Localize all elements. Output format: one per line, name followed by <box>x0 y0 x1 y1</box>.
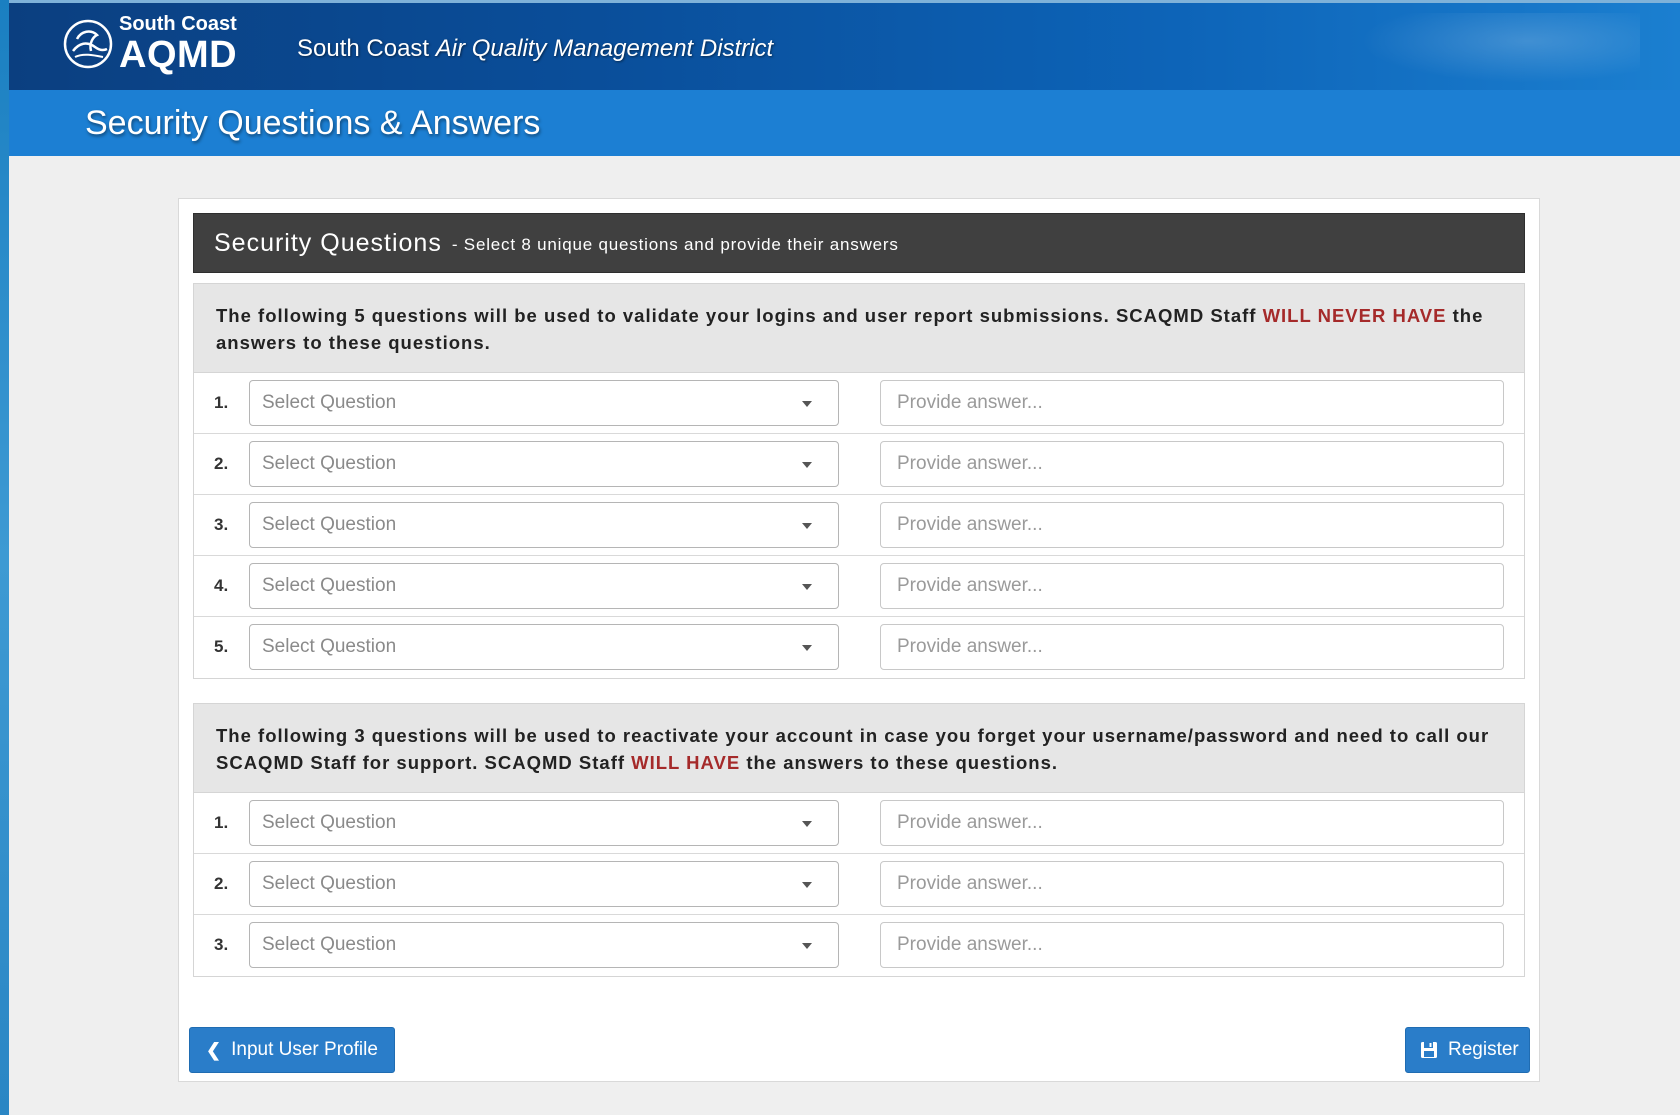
save-icon <box>1420 1041 1438 1059</box>
question-select-value: Select Question <box>262 934 397 955</box>
chevron-down-icon <box>802 401 812 407</box>
question-select-value: Select Question <box>262 873 397 894</box>
question-row: 1. Select Question <box>194 793 1524 854</box>
input-user-profile-button[interactable]: ❮ Input User Profile <box>189 1027 395 1073</box>
question-select[interactable]: Select Question <box>249 624 839 670</box>
login-questions-section: The following 5 questions will be used t… <box>193 283 1525 679</box>
chevron-down-icon <box>802 645 812 651</box>
header-cloud-decoration <box>1360 13 1640 83</box>
site-header: South Coast AQMD South Coast Air Quality… <box>9 0 1680 90</box>
login-intro-warning: WILL NEVER HAVE <box>1262 305 1447 326</box>
question-number: 2. <box>214 454 229 473</box>
answer-input[interactable] <box>880 624 1504 670</box>
register-button-label: Register <box>1448 1039 1519 1060</box>
panel-subheading: - Select 8 unique questions and provide … <box>451 235 899 254</box>
question-select[interactable]: Select Question <box>249 441 839 487</box>
question-row: 1. Select Question <box>194 373 1524 434</box>
back-button-label: Input User Profile <box>231 1039 378 1060</box>
question-select-value: Select Question <box>262 453 397 474</box>
logo-text: South Coast AQMD <box>119 14 237 74</box>
logo-small-text: South Coast <box>119 13 237 35</box>
panel-header: Security Questions - Select 8 unique que… <box>193 213 1525 273</box>
question-select[interactable]: Select Question <box>249 922 839 968</box>
question-row: 2. Select Question <box>194 854 1524 915</box>
question-row: 4. Select Question <box>194 556 1524 617</box>
question-number: 3. <box>214 515 229 534</box>
question-row: 3. Select Question <box>194 915 1524 976</box>
answer-input[interactable] <box>880 502 1504 548</box>
answer-input[interactable] <box>880 800 1504 846</box>
question-number: 1. <box>214 813 229 832</box>
question-number: 4. <box>214 576 229 595</box>
chevron-down-icon <box>802 943 812 949</box>
chevron-down-icon <box>802 821 812 827</box>
question-select-value: Select Question <box>262 514 397 535</box>
question-select[interactable]: Select Question <box>249 861 839 907</box>
question-select[interactable]: Select Question <box>249 380 839 426</box>
question-number: 1. <box>214 393 229 412</box>
recovery-questions-section: The following 3 questions will be used t… <box>193 703 1525 977</box>
question-select[interactable]: Select Question <box>249 800 839 846</box>
aqmd-logo[interactable]: South Coast AQMD <box>61 13 237 75</box>
question-number: 3. <box>214 935 229 954</box>
logo-big-text: AQMD <box>119 34 238 76</box>
answer-input[interactable] <box>880 861 1504 907</box>
question-select[interactable]: Select Question <box>249 563 839 609</box>
register-button[interactable]: Register <box>1405 1027 1530 1073</box>
question-select-value: Select Question <box>262 636 397 657</box>
chevron-down-icon <box>802 462 812 468</box>
answer-input[interactable] <box>880 563 1504 609</box>
question-row: 3. Select Question <box>194 495 1524 556</box>
title-bar: Security Questions & Answers <box>9 90 1680 156</box>
agency-name: South Coast Air Quality Management Distr… <box>297 35 773 63</box>
chevron-down-icon <box>802 584 812 590</box>
question-number: 5. <box>214 637 229 656</box>
recovery-intro-warning: WILL HAVE <box>631 752 741 773</box>
answer-input[interactable] <box>880 922 1504 968</box>
answer-input[interactable] <box>880 380 1504 426</box>
question-select[interactable]: Select Question <box>249 502 839 548</box>
security-questions-panel: Security Questions - Select 8 unique que… <box>178 198 1540 1082</box>
question-row: 2. Select Question <box>194 434 1524 495</box>
login-section-intro: The following 5 questions will be used t… <box>194 284 1524 373</box>
recovery-section-intro: The following 3 questions will be used t… <box>194 704 1524 793</box>
panel-heading: Security Questions <box>214 228 442 257</box>
chevron-left-icon: ❮ <box>206 1039 222 1060</box>
recovery-intro-tail: the answers to these questions. <box>740 752 1058 773</box>
aqmd-logo-icon <box>63 19 113 69</box>
page-title: Security Questions & Answers <box>85 104 541 142</box>
answer-input[interactable] <box>880 441 1504 487</box>
question-row: 5. Select Question <box>194 617 1524 678</box>
chevron-down-icon <box>802 882 812 888</box>
left-edge-strip <box>0 0 9 1115</box>
login-intro-text: The following 5 questions will be used t… <box>216 305 1263 326</box>
question-number: 2. <box>214 874 229 893</box>
question-select-value: Select Question <box>262 392 397 413</box>
question-select-value: Select Question <box>262 812 397 833</box>
chevron-down-icon <box>802 523 812 529</box>
question-select-value: Select Question <box>262 575 397 596</box>
agency-name-plain: South Coast <box>297 35 430 62</box>
agency-name-italic: Air Quality Management District <box>435 35 774 62</box>
